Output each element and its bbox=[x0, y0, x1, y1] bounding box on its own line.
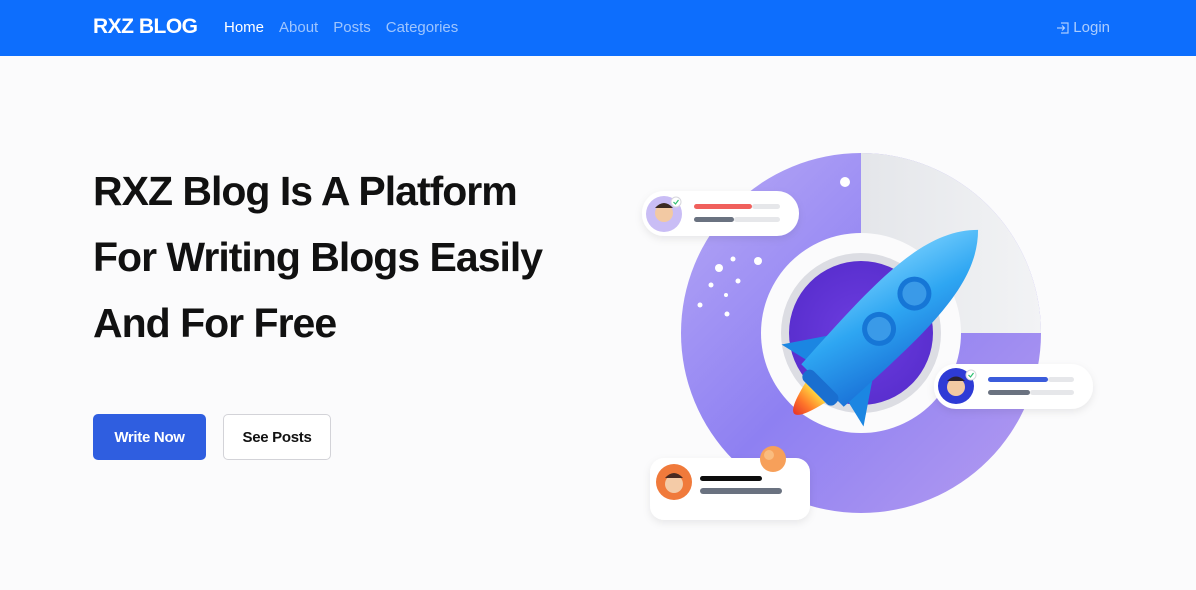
brand-logo[interactable]: RXZ BLOG bbox=[93, 15, 198, 39]
nav-links: Home About Posts Categories bbox=[224, 19, 458, 36]
see-posts-button[interactable]: See Posts bbox=[223, 414, 331, 460]
hero-illustration bbox=[642, 153, 1093, 520]
nav-link-posts[interactable]: Posts bbox=[333, 19, 371, 36]
write-now-button[interactable]: Write Now bbox=[93, 414, 206, 460]
hero-title-line: RXZ Blog Is A Platform bbox=[93, 168, 518, 214]
orange-ball bbox=[760, 446, 786, 472]
hero-title: RXZ Blog Is A Platform For Writing Blogs… bbox=[93, 158, 633, 356]
user-card-3 bbox=[650, 458, 810, 520]
nav-link-home[interactable]: Home bbox=[224, 19, 264, 36]
user-card-1 bbox=[642, 191, 799, 236]
login-link[interactable]: Login bbox=[1055, 19, 1110, 36]
nav-link-about[interactable]: About bbox=[279, 19, 318, 36]
login-icon bbox=[1057, 21, 1069, 34]
user-card-2 bbox=[934, 364, 1093, 409]
nav-link-categories[interactable]: Categories bbox=[386, 19, 459, 36]
login-label: Login bbox=[1073, 19, 1110, 36]
navbar: RXZ BLOG Home About Posts Categories Log… bbox=[0, 0, 1196, 56]
hero-title-line: For Writing Blogs Easily bbox=[93, 234, 543, 280]
hero-title-line: And For Free bbox=[93, 300, 337, 346]
